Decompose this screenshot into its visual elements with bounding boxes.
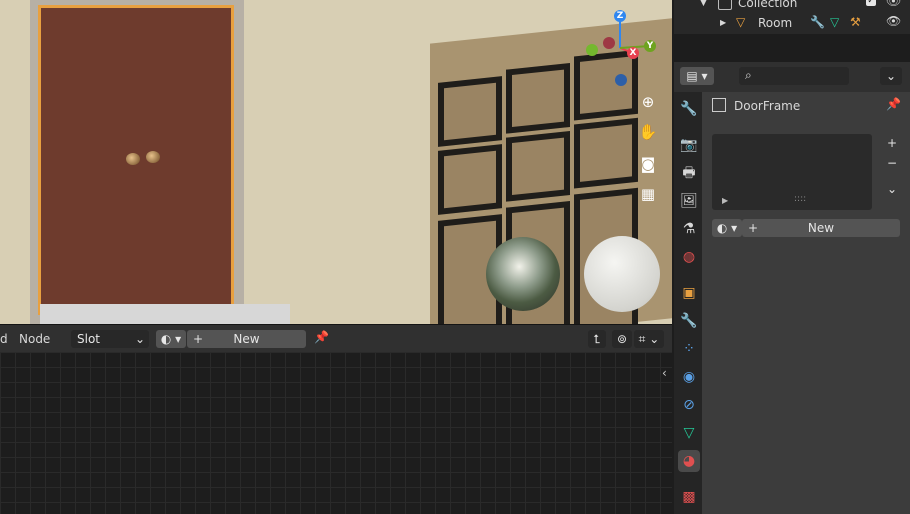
pin-icon[interactable]: 📌 <box>886 97 901 111</box>
gizmo-y-axis[interactable]: Y <box>644 40 656 52</box>
wrench-icon[interactable]: 🔧 <box>810 15 825 29</box>
menu-node[interactable]: Node <box>19 332 50 346</box>
3d-viewport[interactable]: Z X Y ⊕ ✋ ◙ ▦ <box>0 0 672 324</box>
pin-icon[interactable]: 📌 <box>314 330 329 344</box>
object-icon <box>712 98 726 112</box>
list-resize-handle[interactable]: :::: <box>794 194 806 204</box>
floor-mat <box>40 304 290 324</box>
render-icon[interactable]: 📷 <box>678 134 700 156</box>
output-icon[interactable]: 🖶 <box>678 162 700 184</box>
new-material-label: New <box>233 332 260 346</box>
snap-mode-dropdown[interactable]: ⌗ ⌄ <box>634 330 664 348</box>
armature-icon[interactable]: ⚒ <box>850 15 861 29</box>
gizmo-neg-y[interactable] <box>586 44 598 56</box>
properties-search-input[interactable]: ⌕ <box>739 67 849 85</box>
gizmo-z-axis[interactable]: Z <box>614 10 626 22</box>
outliner-row-room[interactable]: ▶ ▽ Room 🔧 ▽ ⚒ 👁 <box>674 14 910 34</box>
gizmo-neg-z[interactable] <box>615 74 627 86</box>
snap-icon[interactable]: ⊚ <box>612 330 632 348</box>
white-sphere[interactable] <box>584 236 660 312</box>
browse-material-button[interactable]: ◐ ▾ <box>712 219 742 237</box>
room-label[interactable]: Room <box>758 16 792 30</box>
pan-hand-icon[interactable]: ✋ <box>636 120 660 144</box>
constraints-icon[interactable]: ⊘ <box>678 394 700 416</box>
particles-icon[interactable]: ⁘ <box>678 338 700 360</box>
slot-select[interactable]: Slot ⌄ <box>71 330 149 348</box>
properties-header: ▤ ▾ ⌕ ⌄ <box>674 62 910 92</box>
expand-arrow-icon[interactable]: ▶ <box>720 18 726 27</box>
zoom-icon[interactable]: ⊕ <box>636 90 660 114</box>
properties-panel: DoorFrame 📌 ▶ :::: + − ⌄ ◐ ▾ + New <box>674 92 910 514</box>
door-knob-left <box>126 153 140 165</box>
chevron-down-icon: ⌄ <box>134 332 145 346</box>
sidebar-toggle-icon[interactable]: ‹ <box>662 366 667 380</box>
menu-item-cut[interactable]: d <box>0 332 8 346</box>
grid-icon[interactable]: ▦ <box>636 182 660 206</box>
collection-label[interactable]: Collection <box>738 0 797 10</box>
object-icon[interactable]: ▣ <box>678 282 700 304</box>
node-editor-header: d Node Slot ⌄ ◐ ▾ + New 📌 ⮤ ⊚ ⌗ ⌄ <box>0 324 672 353</box>
camera-icon[interactable]: ◙ <box>636 152 660 176</box>
mesh-object-icon: ▽ <box>736 15 746 29</box>
outliner-row-collection[interactable]: ▼ Collection ✓ 👁 <box>674 0 910 14</box>
search-icon: ⌕ <box>745 68 752 82</box>
chrome-sphere[interactable] <box>486 237 560 311</box>
view-layer-icon[interactable]: 🖼 <box>678 190 700 212</box>
expand-arrow-icon[interactable]: ▶ <box>722 196 728 205</box>
material-icon[interactable]: ◕ <box>678 450 700 472</box>
browse-material-button[interactable]: ◐ ▾ <box>156 330 186 348</box>
tool-icon[interactable]: 🔧 <box>678 98 700 120</box>
editor-type-button[interactable]: ▤ ▾ <box>680 67 714 85</box>
slot-select-label: Slot <box>77 332 100 346</box>
scene-icon[interactable]: ⚗ <box>678 218 700 240</box>
plus-icon: + <box>193 332 204 346</box>
parent-node-tree-button[interactable]: ⮤ <box>588 330 606 348</box>
texture-icon[interactable]: ▩ <box>678 486 700 508</box>
properties-tabs: 🔧 📷 🖶 🖼 ⚗ ◍ ▣ 🔧 ⁘ ◉ ⊘ ▽ ◕ ▩ <box>674 92 702 514</box>
object-name-label: DoorFrame <box>734 99 801 113</box>
options-dropdown[interactable]: ⌄ <box>880 67 902 85</box>
new-material-label: New <box>807 221 835 235</box>
node-editor-canvas[interactable] <box>0 352 672 514</box>
collection-icon <box>718 0 732 10</box>
plus-icon: + <box>748 221 759 235</box>
expand-arrow-icon[interactable]: ▼ <box>700 0 707 8</box>
data-icon[interactable]: ▽ <box>678 422 700 444</box>
modifier-icon[interactable]: 🔧 <box>678 310 700 332</box>
gizmo-x-axis[interactable]: X <box>627 47 639 59</box>
door[interactable] <box>38 5 234 315</box>
checkbox-icon[interactable]: ✓ <box>866 0 876 6</box>
world-icon[interactable]: ◍ <box>678 246 700 268</box>
eye-icon[interactable]: 👁 <box>886 0 901 8</box>
material-slot-list[interactable]: ▶ :::: <box>712 134 872 210</box>
remove-slot-button[interactable]: − <box>882 154 902 172</box>
add-slot-button[interactable]: + <box>882 134 902 152</box>
door-knob-right <box>146 151 160 163</box>
eye-icon[interactable]: 👁 <box>886 14 901 28</box>
new-material-button[interactable]: + New <box>187 330 306 348</box>
slot-specials-button[interactable]: ⌄ <box>882 180 902 198</box>
mesh-data-icon[interactable]: ▽ <box>830 15 839 29</box>
physics-icon[interactable]: ◉ <box>678 366 700 388</box>
outliner: ▼ Collection ✓ 👁 ▶ ▽ Room 🔧 ▽ ⚒ 👁 <box>674 0 910 34</box>
new-material-button[interactable]: + New <box>742 219 900 237</box>
gizmo-neg-x[interactable] <box>603 37 615 49</box>
